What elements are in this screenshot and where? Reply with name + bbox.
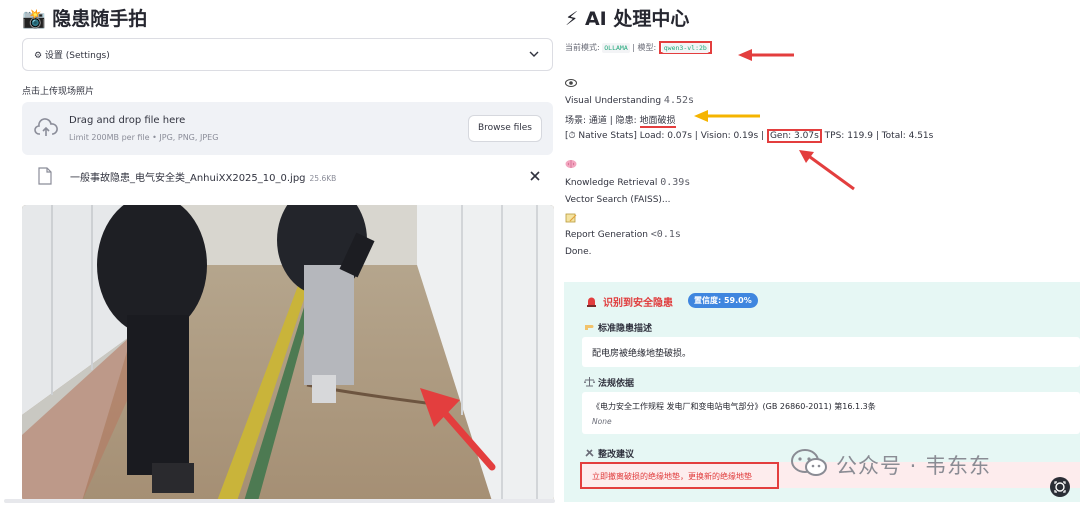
annotation-arrow-model <box>738 49 794 61</box>
law-note: None <box>592 417 612 426</box>
model-value: qwen3-vl:2b <box>661 43 709 53</box>
annotation-arrow-hazard <box>694 110 760 122</box>
eye-icon <box>565 79 577 87</box>
kr-label: Knowledge Retrieval <box>565 178 658 188</box>
file-size: 25.6KB <box>309 174 337 183</box>
mode-value: OLLAMA <box>602 43 630 53</box>
visual-understanding-line: Visual Understanding 4.52s <box>565 95 694 106</box>
fix-heading: 整改建议 <box>598 450 635 460</box>
knowledge-retrieval-line: Knowledge Retrieval 0.39s <box>565 177 690 188</box>
dropzone-hint: Limit 200MB per file • JPG, PNG, JPEG <box>69 133 219 142</box>
uploaded-photo <box>22 205 554 501</box>
dropzone-title: Drag and drop file here <box>69 115 186 126</box>
mode-line: 当前模式: OLLAMA | 模型: qwen3-vl:2b <box>565 41 712 54</box>
native-stats-line: [⏱ Native Stats] Load: 0.07s | Vision: 0… <box>565 129 934 143</box>
scene-hazard: 地面破损 <box>639 116 676 128</box>
chevron-down-icon <box>529 51 539 57</box>
photo-scene <box>22 205 554 501</box>
tools-icon <box>585 449 594 457</box>
stats-gen: Gen: 3.07s <box>766 129 822 143</box>
scene-line: 场景: 通道 | 隐患: 地面破损 <box>565 113 676 128</box>
fix-text: 立即撤离破损的绝缘地垫，更换新的绝缘地垫 <box>592 472 752 481</box>
stats-prefix: [⏱ Native Stats] Load: 0.07s | Vision: 0… <box>565 131 767 141</box>
scan-icon <box>1054 481 1066 493</box>
visual-time: 4.52s <box>663 95 695 106</box>
file-name-text: 一般事故隐患_电气安全类_AnhuiXX2025_10_0.jpg <box>70 173 306 184</box>
stats-suffix: TPS: 119.9 | Total: 4.51s <box>821 131 934 141</box>
report-generation-line: Report Generation <0.1s <box>565 229 681 240</box>
watermark-text: 公众号 · 韦东东 <box>836 454 992 478</box>
report-label: Report Generation <box>565 230 648 240</box>
law-card: 《电力安全工作规程 发电厂和变电站电气部分》(GB 26860-2011) 第1… <box>582 392 1080 434</box>
law-text: 《电力安全工作规程 发电厂和变电站电气部分》(GB 26860-2011) 第1… <box>592 402 876 411</box>
close-icon[interactable] <box>529 170 541 182</box>
memo-icon <box>565 213 577 223</box>
upload-label: 点击上传现场照片 <box>22 87 95 97</box>
vector-search-line: Vector Search (FAISS)... <box>565 195 671 205</box>
scales-icon <box>584 377 595 387</box>
page-title-hazard-photo: 📸 隐患随手拍 <box>22 8 148 30</box>
desc-heading: 标准隐患描述 <box>598 324 653 334</box>
horizontal-scrollbar[interactable] <box>4 499 555 503</box>
file-icon <box>38 167 52 185</box>
scene-prefix: 场景: 通道 | 隐患: <box>565 116 640 126</box>
cloud-upload-icon <box>34 118 58 136</box>
browse-files-button[interactable]: Browse files <box>467 115 542 142</box>
done-line: Done. <box>565 247 592 257</box>
settings-label: ⚙ 设置 (Settings) <box>34 51 110 61</box>
report-time: <0.1s <box>650 229 681 240</box>
risk-title: 识别到安全隐患 <box>603 298 673 309</box>
wechat-icon <box>791 449 827 476</box>
alarm-icon <box>587 297 596 307</box>
brain-icon <box>565 160 577 168</box>
page-title-ai-center: ⚡ AI 处理中心 <box>565 8 690 30</box>
confidence-badge: 置信度: 59.0% <box>688 293 758 308</box>
uploaded-file-name: 一般事故隐患_电气安全类_AnhuiXX2025_10_0.jpg 25.6KB <box>70 169 336 184</box>
file-dropzone[interactable]: Drag and drop file here Limit 200MB per … <box>22 102 553 155</box>
model-label: | 模型: <box>632 43 657 52</box>
mode-label: 当前模式: <box>565 43 600 52</box>
law-heading: 法规依据 <box>598 379 635 389</box>
kr-time: 0.39s <box>660 177 691 188</box>
settings-expander[interactable]: ⚙ 设置 (Settings) <box>22 38 553 71</box>
desc-text: 配电房被绝缘地垫破损。 <box>592 349 692 359</box>
scan-button[interactable] <box>1050 477 1070 497</box>
desc-card: 配电房被绝缘地垫破损。 <box>582 337 1080 367</box>
hand-pointing-icon <box>585 325 594 330</box>
visual-label: Visual Understanding <box>565 96 662 106</box>
annotation-arrow-gen <box>799 150 855 191</box>
